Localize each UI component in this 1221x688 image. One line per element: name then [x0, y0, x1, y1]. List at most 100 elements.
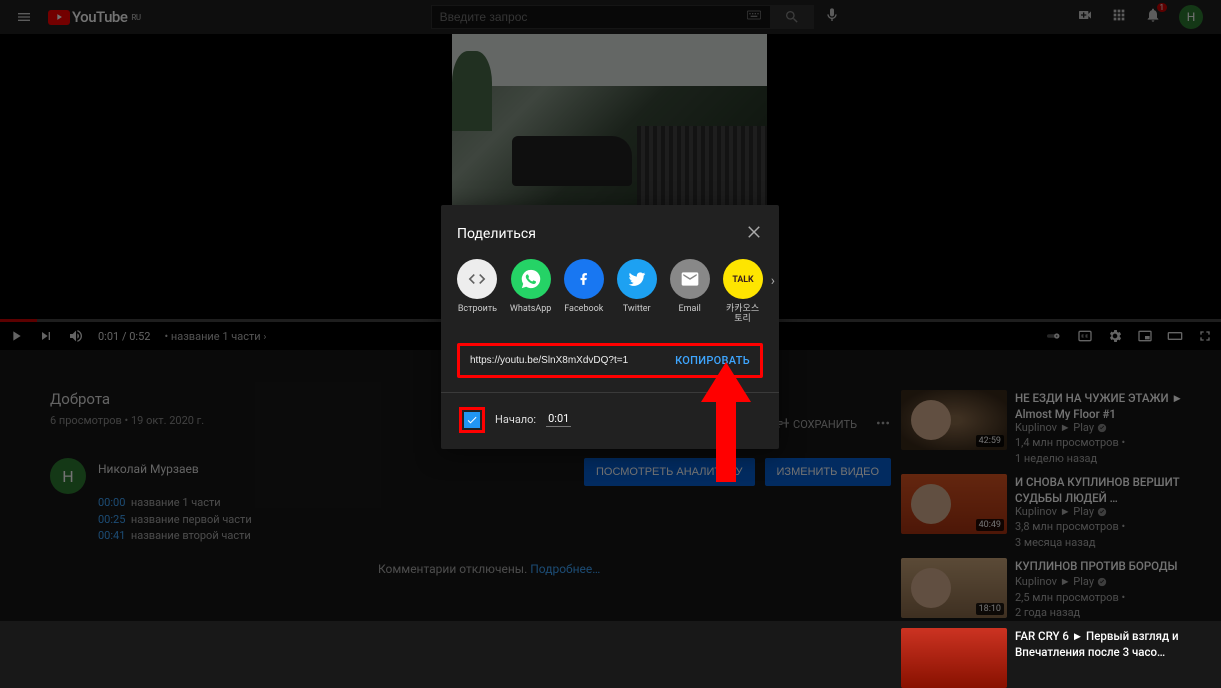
next-button[interactable] [38, 328, 54, 344]
share-target-facebook[interactable]: Facebook [563, 259, 604, 315]
apps-button[interactable] [1111, 7, 1127, 27]
create-button[interactable] [1077, 7, 1093, 27]
search-form [431, 5, 840, 29]
rec-title: КУПЛИНОВ ПРОТИВ БОРОДЫ [1015, 558, 1209, 574]
comments-disabled: Комментарии отключены. Подробнее… [378, 562, 600, 576]
dialog-title: Поделиться [457, 226, 536, 242]
chapter-indicator[interactable]: • название 1 части › [164, 330, 266, 343]
video-thumbnail: 18:10 [901, 558, 1007, 618]
more-icon [875, 415, 891, 431]
share-scroll-right[interactable]: › [771, 273, 775, 289]
next-icon [38, 328, 54, 344]
rec-title: НЕ ЕЗДИ НА ЧУЖИЕ ЭТАЖИ ► Almost My Floor… [1015, 390, 1209, 420]
share-target-whatsapp[interactable]: WhatsApp [510, 259, 551, 315]
email-icon [670, 259, 710, 299]
copy-button[interactable]: КОПИРОВАТЬ [675, 354, 750, 367]
rec-title: И СНОВА КУПЛИНОВ ВЕРШИТ СУДЬБЫ ЛЮДЕЙ … [1015, 474, 1209, 504]
app-header: YouTube RU 1 Н [0, 0, 1221, 34]
chapter-link[interactable]: 00:00 название 1 части [98, 495, 252, 512]
duration-badge: 18:10 [976, 603, 1004, 615]
video-frame [452, 34, 767, 206]
share-targets: Встроить WhatsApp Facebook Twitter Email… [457, 259, 763, 325]
time-display: 0:01 / 0:52 [98, 330, 150, 343]
start-at-row: Начало: 0:01 [457, 407, 763, 433]
notifications-button[interactable]: 1 [1145, 7, 1161, 27]
menu-button[interactable] [0, 9, 48, 25]
start-at-checkbox-highlight [459, 407, 485, 433]
miniplayer-icon [1137, 328, 1153, 344]
keyboard-icon[interactable] [746, 7, 762, 27]
verified-icon [1097, 507, 1107, 517]
start-at-label: Начало: [495, 413, 536, 426]
create-icon [1077, 7, 1093, 23]
autoplay-toggle[interactable] [1047, 328, 1063, 344]
settings-button[interactable] [1107, 328, 1123, 344]
start-at-time[interactable]: 0:01 [546, 412, 571, 427]
microphone-icon [824, 7, 840, 23]
share-target-embed[interactable]: Встроить [457, 259, 498, 315]
recommendation-item[interactable]: FAR CRY 6 ► Первый взгляд и Впечатления … [901, 628, 1209, 688]
verified-icon [1097, 577, 1107, 587]
comments-learn-more[interactable]: Подробнее… [530, 562, 600, 576]
share-url[interactable]: https://youtu.be/SlnX8mXdvDQ?t=1 [470, 355, 628, 366]
close-button[interactable] [745, 223, 763, 245]
youtube-logo[interactable]: YouTube RU [48, 8, 141, 26]
start-at-checkbox[interactable] [464, 412, 480, 428]
channel-row: Н Николай Мурзаев ПОСМОТРЕТЬ АНАЛИТИКУ И… [50, 458, 891, 494]
facebook-icon [564, 259, 604, 299]
rec-channel: Kuplinov ► Play [1015, 504, 1209, 519]
account-avatar[interactable]: Н [1179, 5, 1203, 29]
autoplay-icon [1047, 328, 1063, 344]
share-target-twitter[interactable]: Twitter [616, 259, 657, 315]
country-code: RU [131, 13, 140, 22]
volume-button[interactable] [68, 328, 84, 344]
twitter-icon [617, 259, 657, 299]
search-button[interactable] [770, 5, 814, 29]
rec-views: 1,4 млн просмотров • [1015, 435, 1209, 450]
captions-button[interactable] [1077, 328, 1093, 344]
search-icon [784, 9, 800, 25]
recommendation-item[interactable]: 40:49 И СНОВА КУПЛИНОВ ВЕРШИТ СУДЬБЫ ЛЮД… [901, 474, 1209, 550]
chapters-list: 00:00 название 1 части 00:25 название пе… [98, 495, 252, 545]
voice-search-button[interactable] [824, 7, 840, 27]
chapter-link[interactable]: 00:41 название второй части [98, 528, 252, 545]
save-button[interactable]: СОХРАНИТЬ [773, 417, 857, 433]
gear-icon [1107, 328, 1123, 344]
verified-icon [1097, 423, 1107, 433]
fullscreen-button[interactable] [1197, 328, 1213, 344]
share-target-kakao[interactable]: TALK카카오스토리 [722, 259, 763, 325]
rec-channel: Kuplinov ► Play [1015, 420, 1209, 435]
rec-age: 2 года назад [1015, 605, 1209, 620]
video-thumbnail: 42:59 [901, 390, 1007, 450]
notif-badge: 1 [1157, 3, 1168, 12]
svg-text:TALK: TALK [732, 275, 754, 285]
channel-avatar[interactable]: Н [50, 458, 86, 494]
channel-name[interactable]: Николай Мурзаев [98, 462, 199, 476]
check-icon [466, 414, 478, 426]
search-input[interactable] [431, 5, 776, 29]
miniplayer-button[interactable] [1137, 328, 1153, 344]
share-target-email[interactable]: Email [669, 259, 710, 315]
chapter-link[interactable]: 00:25 название первой части [98, 512, 252, 529]
video-thumbnail [901, 628, 1007, 688]
analytics-button[interactable]: ПОСМОТРЕТЬ АНАЛИТИКУ [584, 458, 755, 486]
embed-icon [457, 259, 497, 299]
header-actions: 1 Н [1077, 5, 1203, 29]
play-icon [48, 10, 70, 25]
recommendation-item[interactable]: 42:59 НЕ ЕЗДИ НА ЧУЖИЕ ЭТАЖИ ► Almost My… [901, 390, 1209, 466]
rec-age: 3 месяца назад [1015, 535, 1209, 550]
kakao-icon: TALK [723, 259, 763, 299]
play-button[interactable] [8, 328, 24, 344]
close-icon [745, 223, 763, 241]
whatsapp-icon [511, 259, 551, 299]
duration-badge: 42:59 [976, 435, 1004, 447]
edit-video-button[interactable]: ИЗМЕНИТЬ ВИДЕО [765, 458, 891, 486]
recommendation-item[interactable]: 18:10 КУПЛИНОВ ПРОТИВ БОРОДЫ Kuplinov ► … [901, 558, 1209, 620]
hamburger-icon [16, 9, 32, 25]
theater-icon [1167, 328, 1183, 344]
volume-icon [68, 328, 84, 344]
more-button[interactable] [875, 415, 891, 434]
play-icon [8, 328, 24, 344]
share-url-box: https://youtu.be/SlnX8mXdvDQ?t=1 КОПИРОВ… [457, 343, 763, 378]
theater-button[interactable] [1167, 328, 1183, 344]
